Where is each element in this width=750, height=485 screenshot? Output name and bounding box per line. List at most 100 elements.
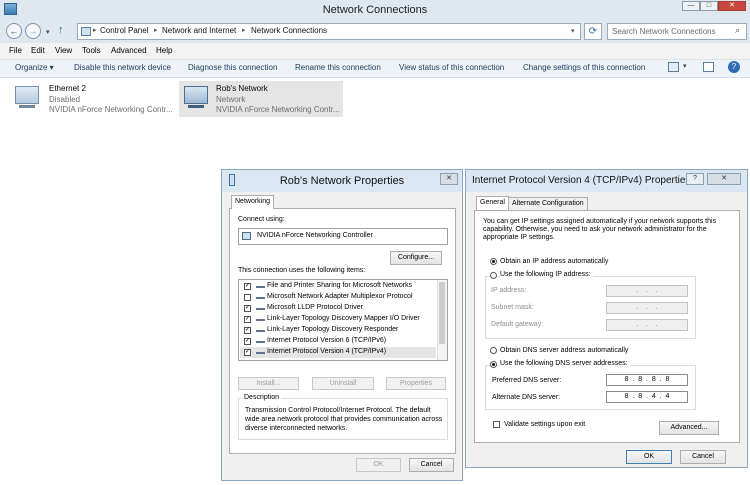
connect-using-label: Connect using: <box>238 216 285 223</box>
item-checkbox[interactable]: ✓ <box>244 316 251 323</box>
menu-edit[interactable]: Edit <box>31 46 45 55</box>
change-view-icon[interactable] <box>668 62 679 72</box>
use-dns-radio[interactable] <box>490 361 497 368</box>
rename-connection-button[interactable]: Rename this connection <box>295 63 381 72</box>
maximize-button[interactable]: □ <box>700 1 718 11</box>
view-options-chevron-icon[interactable]: ▾ <box>683 62 687 70</box>
properties-ok-button[interactable]: OK <box>356 458 401 472</box>
uninstall-button[interactable]: Uninstall <box>312 377 374 390</box>
ip-settings-intro: You can get IP settings assigned automat… <box>483 218 717 241</box>
minimize-button[interactable]: — <box>682 1 700 11</box>
adapter-status: Network <box>216 95 246 104</box>
search-input[interactable]: Search Network Connections <box>607 23 747 40</box>
diagnose-connection-button[interactable]: Diagnose this connection <box>188 63 277 72</box>
forward-button[interactable]: → <box>25 23 41 39</box>
properties-close-button[interactable]: ✕ <box>440 173 458 185</box>
obtain-dns-label: Obtain DNS server address automatically <box>500 347 629 354</box>
validate-label: Validate settings upon exit <box>504 421 586 428</box>
menu-view[interactable]: View <box>55 46 72 55</box>
close-button[interactable]: ✕ <box>718 1 746 11</box>
address-dropdown-chevron-icon[interactable]: ▾ <box>571 27 575 35</box>
menu-advanced[interactable]: Advanced <box>111 46 147 55</box>
ipv4-cancel-button[interactable]: Cancel <box>680 450 726 464</box>
item-checkbox[interactable]: ✓ <box>244 338 251 345</box>
breadcrumb-network-and-internet[interactable]: Network and Internet <box>162 26 236 35</box>
obtain-ip-label: Obtain an IP address automatically <box>500 258 609 265</box>
preferred-dns-label: Preferred DNS server: <box>492 377 562 384</box>
default-gateway-label: Default gateway: <box>491 321 544 328</box>
network-protocol-icon <box>256 316 265 321</box>
adapter-name: Rob's Network <box>216 84 268 93</box>
item-checkbox[interactable]: ✓ <box>244 305 251 312</box>
default-gateway-field[interactable]: . . . <box>606 319 688 331</box>
item-checkbox[interactable]: ✓ <box>244 327 251 334</box>
breadcrumb-control-panel[interactable]: Control Panel <box>100 26 148 35</box>
back-button[interactable]: ← <box>6 23 22 39</box>
alternate-dns-field[interactable]: 8 . 8 . 4 . 4 <box>606 391 688 403</box>
properties-dialog-title: Rob's Network Properties <box>279 175 405 187</box>
menu-tools[interactable]: Tools <box>82 46 101 55</box>
obtain-dns-radio[interactable] <box>490 347 497 354</box>
ipv4-dialog-title: Internet Protocol Version 4 (TCP/IPv4) P… <box>472 175 691 186</box>
window-title: Network Connections <box>322 4 428 16</box>
help-button[interactable]: ? <box>686 173 704 185</box>
refresh-button[interactable]: ⟳ <box>584 23 602 40</box>
tab-alternate-configuration[interactable]: Alternate Configuration <box>508 197 588 210</box>
network-protocol-icon <box>256 349 265 354</box>
item-label: Link-Layer Topology Discovery Responder <box>267 326 399 333</box>
configure-button[interactable]: Configure... <box>390 251 442 265</box>
help-icon[interactable]: ? <box>728 61 740 73</box>
item-checkbox[interactable]: ✓ <box>244 283 251 290</box>
install-button[interactable]: Install... <box>238 377 299 390</box>
address-bar[interactable] <box>77 23 581 40</box>
view-status-button[interactable]: View status of this connection <box>399 63 504 72</box>
properties-cancel-button[interactable]: Cancel <box>409 458 454 472</box>
items-label: This connection uses the following items… <box>238 267 366 274</box>
adapter-status: Disabled <box>49 95 81 104</box>
properties-button[interactable]: Properties <box>386 377 446 390</box>
item-label: File and Printer Sharing for Microsoft N… <box>267 282 413 289</box>
item-checkbox[interactable]: ✓ <box>244 349 251 356</box>
item-label: Microsoft LLDP Protocol Driver <box>267 304 363 311</box>
preview-pane-icon[interactable] <box>703 62 714 72</box>
obtain-ip-radio[interactable] <box>490 258 497 265</box>
item-label: Internet Protocol Version 4 (TCP/IPv4) <box>267 348 387 355</box>
network-protocol-icon <box>256 338 265 343</box>
validate-checkbox[interactable] <box>493 421 500 428</box>
menu-file[interactable]: File <box>9 46 22 55</box>
up-icon[interactable]: ↑ <box>58 24 64 36</box>
breadcrumb-separator: ▸ <box>93 27 97 34</box>
search-icon[interactable]: ⌕ <box>735 25 740 36</box>
breadcrumb-separator: ▸ <box>154 27 158 34</box>
item-checkbox[interactable] <box>244 294 251 301</box>
dns-group <box>485 365 696 410</box>
network-adapter-disabled-icon <box>15 86 39 108</box>
description-label: Description <box>242 394 282 401</box>
network-protocol-icon <box>256 294 265 299</box>
change-settings-button[interactable]: Change settings of this connection <box>523 63 645 72</box>
ip-address-field[interactable]: . . . <box>606 285 688 297</box>
advanced-button[interactable]: Advanced... <box>659 421 719 435</box>
tab-networking[interactable]: Networking <box>231 195 275 209</box>
items-scrollbar-thumb[interactable] <box>439 282 445 344</box>
ip-address-label: IP address: <box>491 287 527 294</box>
organize-button[interactable]: Organize ▾ <box>15 63 54 72</box>
menu-help[interactable]: Help <box>156 46 172 55</box>
use-ip-radio[interactable] <box>490 272 497 279</box>
disable-device-button[interactable]: Disable this network device <box>74 63 171 72</box>
adapter-name: Ethernet 2 <box>49 84 86 93</box>
ipv4-close-button[interactable]: ✕ <box>707 173 741 185</box>
control-panel-icon <box>81 27 91 36</box>
description-text: Transmission Control Protocol/Internet P… <box>245 407 443 432</box>
ipv4-ok-button[interactable]: OK <box>626 450 672 464</box>
network-adapter-icon <box>184 86 208 108</box>
tab-general[interactable]: General <box>476 196 509 210</box>
alternate-dns-label: Alternate DNS server: <box>492 394 561 401</box>
preferred-dns-field[interactable]: 8 . 8 . 8 . 8 <box>606 374 688 386</box>
adapter-device: NVIDIA nForce Networking Contr... <box>216 105 340 114</box>
breadcrumb-network-connections[interactable]: Network Connections <box>251 26 327 35</box>
item-label: Internet Protocol Version 6 (TCP/IPv6) <box>267 337 387 344</box>
breadcrumb-separator: ▸ <box>242 27 246 34</box>
recent-pages-chevron-icon[interactable]: ▾ <box>46 28 50 36</box>
subnet-mask-field[interactable]: . . . <box>606 302 688 314</box>
